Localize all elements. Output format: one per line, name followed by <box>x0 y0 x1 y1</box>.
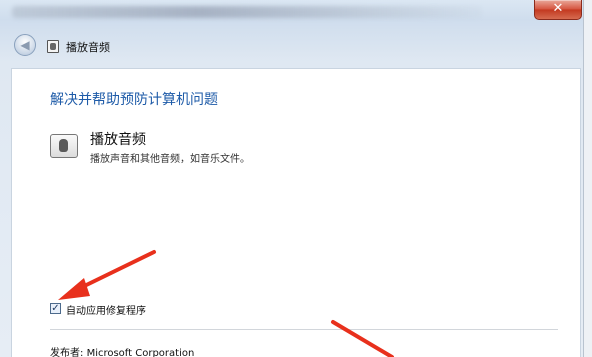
annotation-arrow-bottom <box>331 320 394 357</box>
annotation-arrow-checkbox <box>58 250 156 300</box>
annotation-overlay <box>58 250 394 357</box>
